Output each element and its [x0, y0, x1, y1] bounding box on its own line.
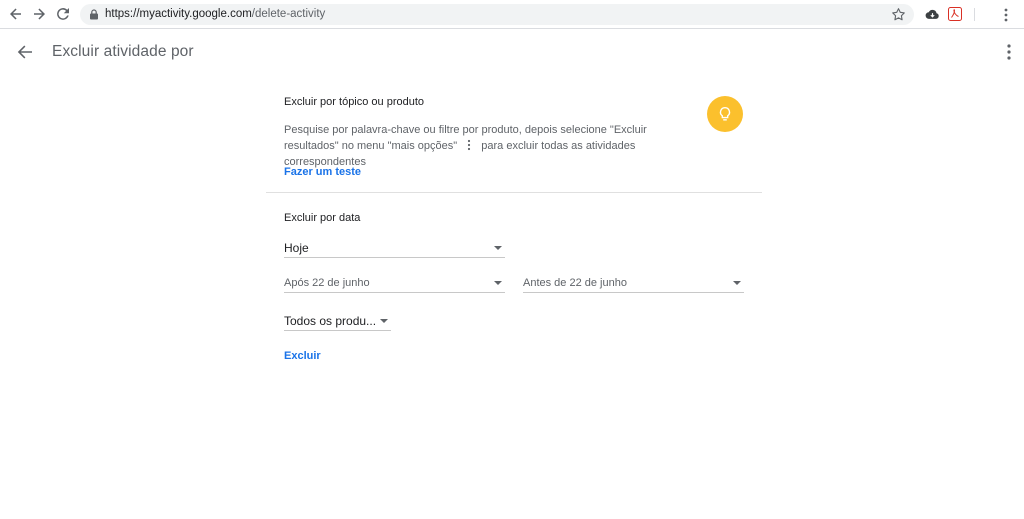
browser-forward-button[interactable] [29, 4, 49, 24]
topic-section-title: Excluir por tópico ou produto [284, 96, 425, 108]
cloud-icon [925, 9, 939, 19]
product-value: Todos os produ... [284, 314, 377, 328]
dropdown-caret-icon [494, 281, 502, 285]
section-divider [266, 192, 762, 193]
url-host: https://myactivity.google.com [105, 8, 252, 20]
date-range-value: Hoje [284, 241, 309, 255]
topic-description: Pesquise por palavra-chave ou filtre por… [284, 122, 704, 170]
after-date-select[interactable]: Após 22 de junho [284, 273, 505, 293]
page-title: Excluir atividade por [52, 43, 194, 60]
star-icon[interactable] [891, 7, 906, 22]
product-select[interactable]: Todos os produ... [284, 311, 391, 331]
browser-back-button[interactable] [6, 4, 26, 24]
address-bar[interactable]: https://myactivity.google.com/delete-act… [80, 4, 914, 25]
app-header: Excluir atividade por [0, 30, 1024, 76]
browser-toolbar: https://myactivity.google.com/delete-act… [0, 0, 1024, 29]
browser-reload-button[interactable] [53, 4, 73, 24]
arrow-right-icon [34, 8, 45, 20]
lightbulb-icon [719, 107, 731, 121]
extension-pdf-button[interactable] [947, 6, 963, 22]
try-it-link[interactable]: Fazer um teste [284, 166, 361, 178]
dropdown-caret-icon [380, 319, 388, 323]
after-date-value: Após 22 de junho [284, 277, 370, 289]
before-date-value: Antes de 22 de junho [523, 277, 627, 289]
dropdown-caret-icon [494, 246, 502, 250]
pdf-icon [948, 7, 962, 21]
before-date-select[interactable]: Antes de 22 de junho [523, 273, 744, 293]
arrow-left-icon [10, 8, 21, 20]
url-path: /delete-activity [251, 8, 326, 20]
lock-icon [90, 9, 98, 20]
more-options-inline-icon [468, 139, 471, 151]
more-options-icon[interactable] [1000, 42, 1018, 62]
back-arrow-icon[interactable] [15, 42, 35, 62]
delete-link[interactable]: Excluir [284, 350, 321, 362]
url-text: https://myactivity.google.com/delete-act… [105, 7, 325, 22]
date-section-title: Excluir por data [284, 212, 361, 224]
chrome-menu-icon[interactable] [998, 7, 1014, 23]
reload-icon [57, 8, 69, 20]
date-range-select[interactable]: Hoje [284, 238, 505, 258]
extension-cloud-button[interactable] [924, 6, 940, 22]
dropdown-caret-icon [733, 281, 741, 285]
toolbar-divider [974, 8, 975, 21]
lightbulb-badge [707, 96, 743, 132]
